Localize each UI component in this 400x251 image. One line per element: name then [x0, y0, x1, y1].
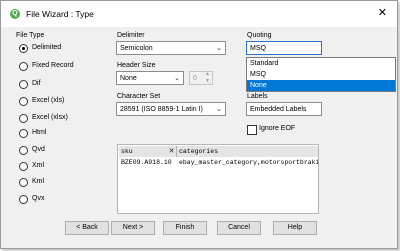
quoting-dropdown-list: Standard MSQ None	[246, 57, 396, 92]
close-icon[interactable]: ✕	[378, 6, 387, 20]
radio-excel-xlsx[interactable]: Excel (xlsx)	[19, 113, 89, 125]
character-set-select[interactable]: 28591 (ISO 8859-1 Latin I) ⌄	[116, 102, 226, 116]
spin-down-icon: ▼	[205, 78, 210, 84]
radio-icon	[19, 129, 28, 138]
window-title: File Wizard : Type	[26, 9, 94, 19]
labels-label: Labels	[247, 93, 268, 100]
quoting-option-none[interactable]: None	[247, 80, 395, 91]
chevron-down-icon: ⌄	[174, 75, 180, 82]
quoting-option-msq[interactable]: MSQ	[247, 69, 395, 80]
close-icon[interactable]: ✕	[167, 147, 176, 156]
header-size-spinner: 0 ▲ ▼	[189, 71, 213, 85]
radio-icon	[19, 146, 28, 155]
header-size-label: Header Size	[117, 62, 156, 69]
radio-xml[interactable]: Xml	[19, 161, 89, 173]
radio-icon	[19, 80, 28, 89]
radio-html[interactable]: Html	[19, 128, 89, 140]
quoting-option-standard[interactable]: Standard	[247, 58, 395, 69]
radio-qvd[interactable]: Qvd	[19, 145, 89, 157]
ignore-eof-label: Ignore EOF	[259, 125, 296, 132]
file-wizard-dialog: Q File Wizard : Type ✕ File Type Delimit…	[0, 0, 398, 249]
radio-dif[interactable]: Dif	[19, 79, 89, 91]
qlik-icon: Q	[10, 9, 20, 19]
radio-icon	[19, 62, 28, 71]
next-button[interactable]: Next >	[111, 221, 155, 235]
ignore-eof-checkbox[interactable]	[247, 125, 257, 135]
table-cell: BZE09.A918.10	[121, 159, 172, 166]
chevron-down-icon: ⌄	[216, 45, 222, 52]
title-bar: Q File Wizard : Type ✕	[1, 1, 397, 27]
radio-icon	[19, 178, 28, 187]
quoting-label: Quoting	[247, 32, 272, 39]
radio-icon	[19, 162, 28, 171]
back-button[interactable]: < Back	[65, 221, 109, 235]
radio-icon	[19, 114, 28, 123]
radio-icon	[19, 44, 28, 53]
help-button[interactable]: Help	[273, 221, 317, 235]
labels-select[interactable]: Embedded Labels	[246, 102, 322, 116]
character-set-label: Character Set	[117, 93, 161, 100]
file-type-label: File Type	[16, 32, 45, 39]
radio-icon	[19, 97, 28, 106]
quoting-select[interactable]: MSQ	[246, 41, 322, 55]
delimiter-select[interactable]: Semicolon ⌄	[116, 41, 226, 55]
finish-button[interactable]: Finish	[163, 221, 207, 235]
column-header-categories[interactable]: categories	[177, 146, 318, 157]
radio-qvx[interactable]: Qvx	[19, 194, 89, 206]
radio-fixed-record[interactable]: Fixed Record	[19, 61, 89, 73]
cancel-button[interactable]: Cancel	[217, 221, 261, 235]
radio-kml[interactable]: Kml	[19, 177, 89, 189]
table-cell: ebay_master_category,motorsportbrakingc	[179, 159, 318, 166]
radio-excel-xls[interactable]: Excel (xls)	[19, 96, 89, 108]
radio-delimited[interactable]: Delimited	[19, 43, 89, 55]
chevron-down-icon: ⌄	[216, 106, 222, 113]
spin-up-icon: ▲	[205, 71, 210, 77]
header-size-select[interactable]: None ⌄	[116, 71, 184, 85]
delimiter-label: Delimiter	[117, 32, 145, 39]
radio-icon	[19, 195, 28, 204]
data-preview-table[interactable]: sku ✕ categories BZE09.A918.10 ebay_mast…	[117, 144, 319, 214]
